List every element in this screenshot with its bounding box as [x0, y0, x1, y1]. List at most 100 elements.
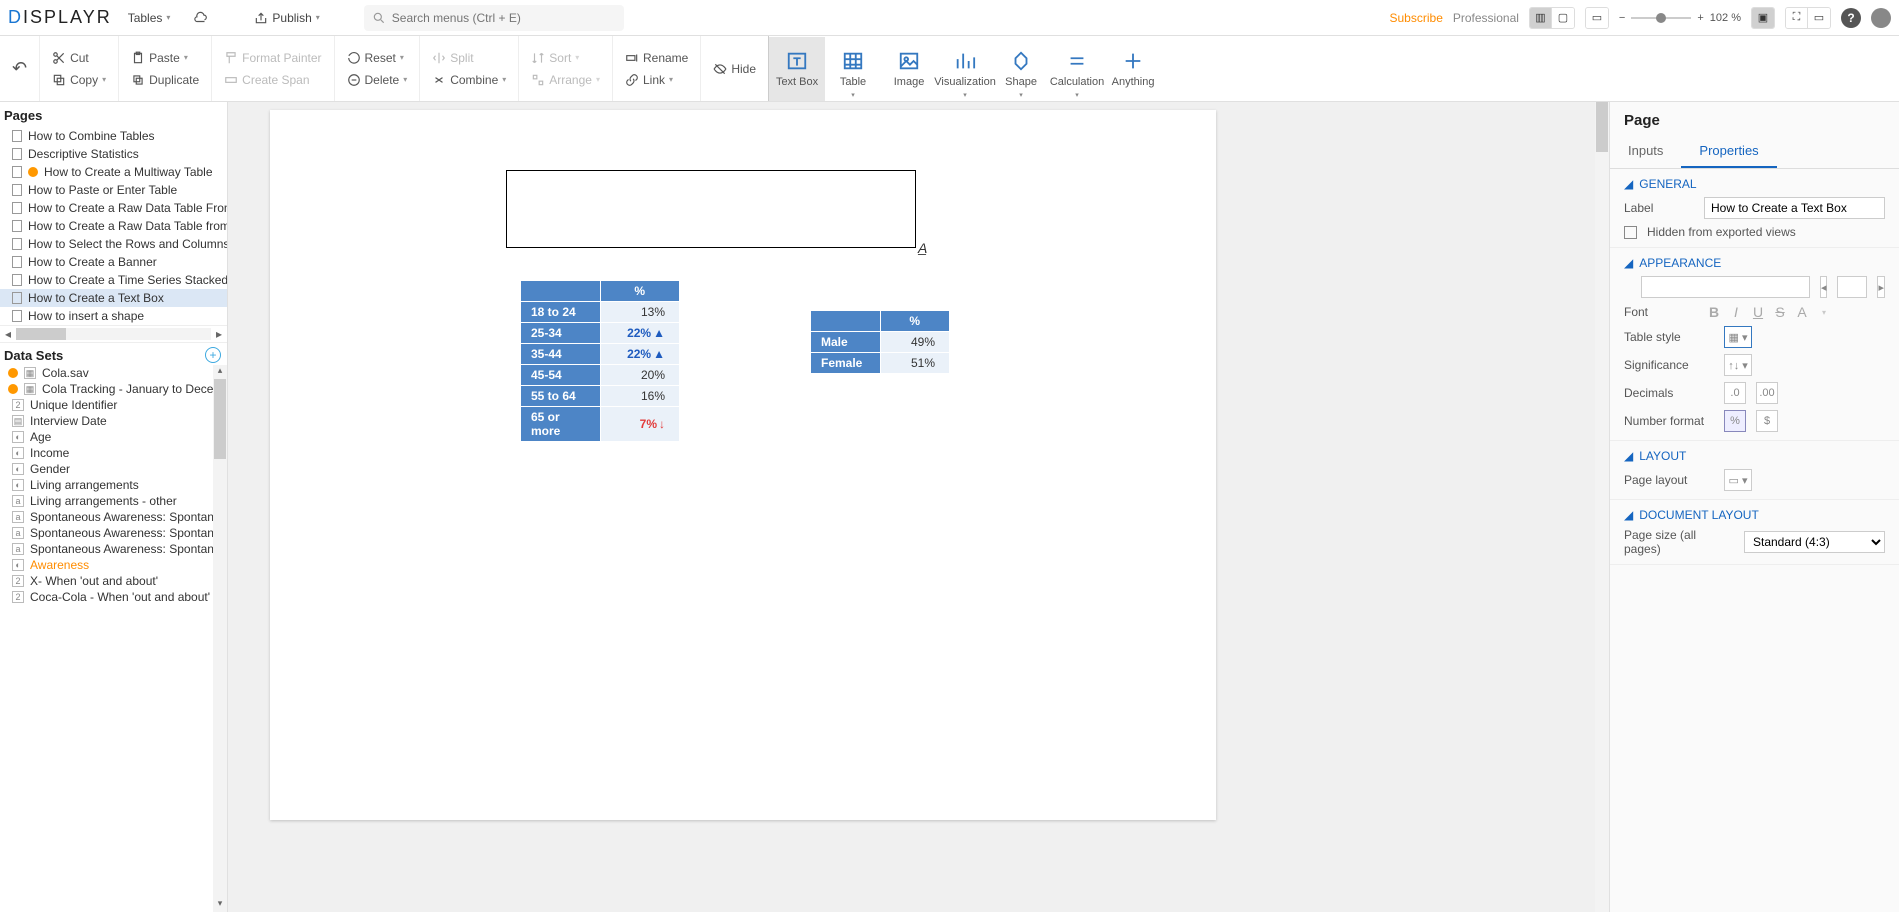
dataset-item[interactable]: ▦Cola.sav: [0, 365, 227, 381]
help-button[interactable]: ?: [1841, 8, 1861, 28]
zoom-in-button[interactable]: +: [1697, 12, 1703, 24]
dataset-item[interactable]: aSpontaneous Awareness: Spontaneou: [0, 541, 227, 557]
create-span-button[interactable]: Create Span: [220, 71, 325, 89]
hide-button[interactable]: Hide: [709, 60, 760, 78]
age-table-block[interactable]: % 18 to 2413%25-3422%▲35-4422%▲45-5420%5…: [520, 280, 680, 323]
publish-menu[interactable]: Publish▾: [246, 7, 327, 29]
sort-button[interactable]: Sort▾: [527, 49, 604, 67]
subscribe-link[interactable]: Subscribe: [1390, 11, 1443, 25]
dataset-item[interactable]: ◐Gender: [0, 461, 227, 477]
layout-single-icon[interactable]: ▢: [1552, 8, 1574, 28]
tab-inputs[interactable]: Inputs: [1610, 135, 1681, 168]
canvas-vscroll[interactable]: [1595, 102, 1609, 912]
underline-button[interactable]: U: [1748, 304, 1768, 320]
dataset-item[interactable]: 2Unique Identifier: [0, 397, 227, 413]
decimals-inc-button[interactable]: .00: [1756, 382, 1778, 404]
undo-button[interactable]: ↶: [8, 56, 31, 81]
scroll-up-icon[interactable]: ▴: [213, 365, 227, 379]
font-color-button[interactable]: A: [1792, 304, 1812, 320]
dataset-item[interactable]: 2Coca-Cola - When 'out and about': [0, 589, 227, 605]
font-size-input[interactable]: [1837, 276, 1867, 298]
page-item[interactable]: How to Create a Time Series Stacked by Y: [0, 271, 227, 289]
section-general[interactable]: ◢GENERAL: [1624, 177, 1885, 191]
combine-button[interactable]: Combine▾: [428, 71, 510, 89]
cloud-button[interactable]: [186, 7, 216, 29]
fullscreen-icon[interactable]: ⛶: [1786, 8, 1808, 28]
dataset-item[interactable]: ◐Living arrangements: [0, 477, 227, 493]
percent-format-button[interactable]: %: [1724, 410, 1746, 432]
table-style-select[interactable]: ▦ ▾: [1724, 326, 1752, 348]
text-box-element[interactable]: [506, 170, 916, 248]
split-button[interactable]: Split: [428, 49, 510, 67]
dataset-item[interactable]: aLiving arrangements - other: [0, 493, 227, 509]
font-family-input[interactable]: [1641, 276, 1810, 298]
pages-hscroll[interactable]: ◂ ▸: [0, 325, 227, 343]
canvas-area[interactable]: A̲ % 18 to 2413%25-3422%▲35-4422%▲45-542…: [228, 102, 1609, 912]
gender-table-block[interactable]: % Male49%Female51% Q2. Gender SUMMARY sa…: [810, 310, 950, 353]
tab-properties[interactable]: Properties: [1681, 135, 1776, 168]
page-item[interactable]: How to Create a Raw Data Table From a V: [0, 199, 227, 217]
zoom-fit-icon[interactable]: ▣: [1752, 8, 1774, 28]
arrange-button[interactable]: Arrange▾: [527, 71, 604, 89]
insert-shape[interactable]: Shape▾: [993, 37, 1049, 101]
page-item[interactable]: How to Create a Multiway Table: [0, 163, 227, 181]
format-painter-button[interactable]: Format Painter: [220, 49, 325, 67]
fit-view-icon[interactable]: ▭: [1586, 8, 1608, 28]
paste-button[interactable]: Paste▾: [127, 49, 203, 67]
insert-image[interactable]: Image: [881, 37, 937, 101]
scroll-down-icon[interactable]: ▾: [213, 898, 227, 912]
insert-anything[interactable]: Anything: [1105, 37, 1161, 101]
dataset-item[interactable]: ◐Awareness: [0, 557, 227, 573]
dataset-item[interactable]: aSpontaneous Awareness: Spontaneou: [0, 509, 227, 525]
section-layout[interactable]: ◢LAYOUT: [1624, 449, 1885, 463]
link-button[interactable]: Link▾: [621, 71, 692, 89]
insert-textbox[interactable]: Text Box: [769, 37, 825, 101]
currency-format-button[interactable]: $: [1756, 410, 1778, 432]
dataset-item[interactable]: ▦Cola Tracking - January to December: [0, 381, 227, 397]
italic-button[interactable]: I: [1726, 304, 1746, 320]
insert-table[interactable]: Table▾: [825, 37, 881, 101]
dataset-item[interactable]: 2X- When 'out and about': [0, 573, 227, 589]
font-inc-button[interactable]: ▸: [1877, 276, 1885, 298]
page-item[interactable]: How to Combine Tables: [0, 127, 227, 145]
dataset-item[interactable]: aSpontaneous Awareness: Spontaneou: [0, 525, 227, 541]
page-size-select[interactable]: Standard (4:3): [1744, 531, 1885, 553]
page-item[interactable]: How to Paste or Enter Table: [0, 181, 227, 199]
delete-button[interactable]: Delete▾: [343, 71, 412, 89]
insert-visualization[interactable]: Visualization▾: [937, 37, 993, 101]
page-item[interactable]: How to Create a Raw Data Table from Var: [0, 217, 227, 235]
page-item[interactable]: How to insert a shape: [0, 307, 227, 325]
zoom-slider[interactable]: [1631, 17, 1691, 19]
hidden-checkbox[interactable]: [1624, 226, 1637, 239]
page-item[interactable]: How to Select the Rows and Columns to A: [0, 235, 227, 253]
page-layout-select[interactable]: ▭ ▾: [1724, 469, 1752, 491]
search-input[interactable]: [392, 11, 616, 25]
font-dec-button[interactable]: ◂: [1820, 276, 1828, 298]
datasets-vscroll[interactable]: ▴ ▾: [213, 365, 227, 912]
page-item[interactable]: How to Create a Banner: [0, 253, 227, 271]
scroll-left-icon[interactable]: ◂: [0, 327, 16, 341]
present-icon[interactable]: ▭: [1808, 8, 1830, 28]
copy-button[interactable]: Copy▾: [48, 71, 110, 89]
bold-button[interactable]: B: [1704, 304, 1724, 320]
decimals-dec-button[interactable]: .0: [1724, 382, 1746, 404]
add-dataset-button[interactable]: +: [205, 347, 221, 363]
section-doc-layout[interactable]: ◢DOCUMENT LAYOUT: [1624, 508, 1885, 522]
layout-panes-icon[interactable]: ▥: [1530, 8, 1552, 28]
tables-menu[interactable]: Tables▾: [120, 7, 179, 29]
page-item[interactable]: Descriptive Statistics: [0, 145, 227, 163]
rename-button[interactable]: Rename: [621, 49, 692, 67]
label-input[interactable]: [1704, 197, 1885, 219]
scroll-right-icon[interactable]: ▸: [211, 327, 227, 341]
dataset-item[interactable]: ▤Interview Date: [0, 413, 227, 429]
insert-calculation[interactable]: Calculation▾: [1049, 37, 1105, 101]
strike-button[interactable]: S: [1770, 304, 1790, 320]
significance-select[interactable]: ↑↓ ▾: [1724, 354, 1752, 376]
user-avatar[interactable]: [1871, 8, 1891, 28]
dataset-item[interactable]: ◐Income: [0, 445, 227, 461]
page-item[interactable]: How to Create a Text Box: [0, 289, 227, 307]
reset-button[interactable]: Reset▾: [343, 49, 412, 67]
zoom-out-button[interactable]: −: [1619, 12, 1625, 24]
search-box[interactable]: [364, 5, 624, 31]
page-surface[interactable]: A̲ % 18 to 2413%25-3422%▲35-4422%▲45-542…: [270, 110, 1216, 820]
